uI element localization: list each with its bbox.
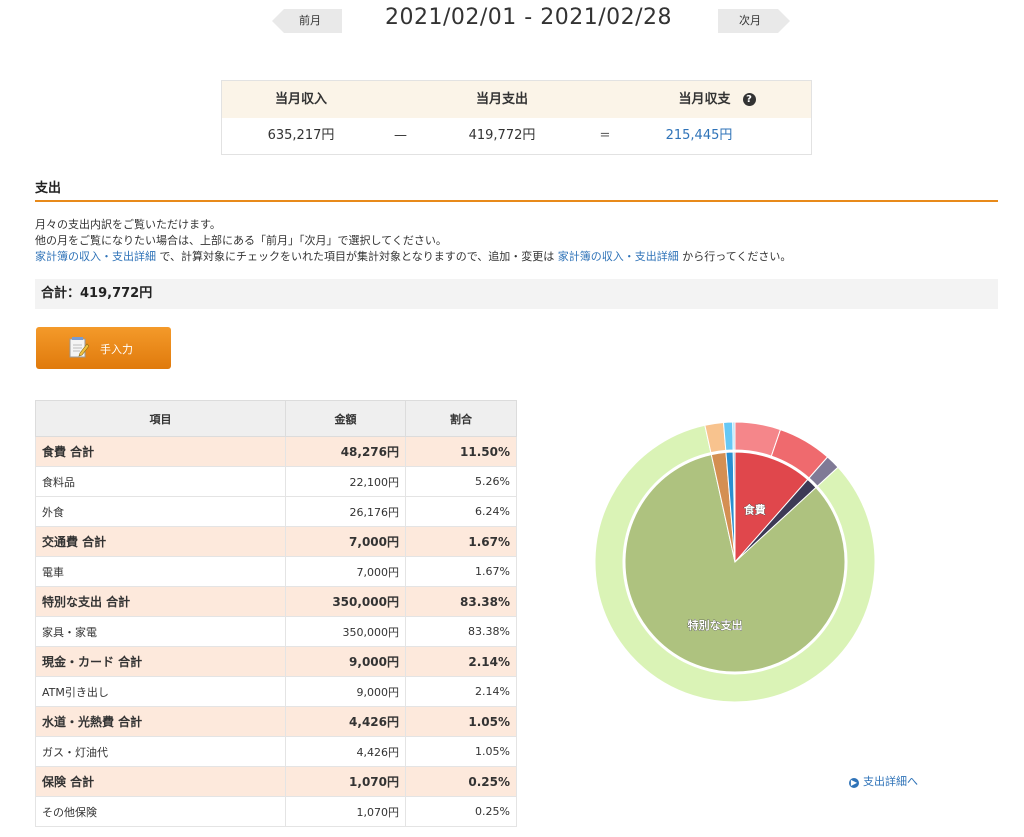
pie-outer-slice [722,421,734,451]
expense-detail-link[interactable]: ▶ 支出詳細へ [849,773,918,789]
cell-item: 食料品 [35,466,286,497]
balance-value: 215,445円 [665,128,733,143]
table-group-row: 水道・光熱費 合計 4,426円 1.05% [35,706,517,737]
col-item-header: 項目 [35,400,286,437]
table-row: 家具・家電 350,000円 83.38% [35,616,517,647]
summary-values: 635,217円 — 419,772円 = 215,445円 [222,118,811,154]
expense-label: 当月支出 [475,92,528,107]
description-line-1: 月々の支出内訳をご覧いただけます。 [35,218,221,231]
table-row: ATM引き出し 9,000円 2.14% [35,676,517,707]
equals-sign: = [599,128,611,143]
cell-ratio: 2.14% [405,676,517,707]
expense-table: 項目 金額 割合 食費 合計 48,276円 11.50% 食料品 22,100円 5.2… [35,400,517,827]
table-group-row: 交通費 合計 7,000円 1.67% [35,526,517,557]
next-month-button[interactable]: 次月 [718,9,790,33]
table-row: 食料品 22,100円 5.26% [35,466,517,497]
month-navigation: 前月 2021/02/01 - 2021/02/28 次月 [0,5,1024,37]
description-line-2: 他の月をご覧になりたい場合は、上部にある「前月」「次月」で選択してください。 [35,234,447,247]
cell-amount: 4,426円 [285,706,406,737]
col-ratio-header: 割合 [405,400,517,437]
cell-amount: 7,000円 [285,556,406,587]
table-group-row: 特別な支出 合計 350,000円 83.38% [35,586,517,617]
summary-header: 当月収入 当月支出 当月収支? [222,81,811,118]
cell-ratio: 2.14% [405,646,517,677]
balance-label: 当月収支 [678,92,731,107]
prev-month-button[interactable]: 前月 [272,9,342,33]
table-row: その他保険 1,070円 0.25% [35,796,517,827]
table-group-row: 食費 合計 48,276円 11.50% [35,436,517,467]
cell-ratio: 1.67% [405,556,517,587]
household-detail-link-1[interactable]: 家計簿の収入・支出詳細 [35,250,156,263]
cell-ratio: 5.26% [405,466,517,497]
expense-table-body: 食費 合計 48,276円 11.50% 食料品 22,100円 5.26% 外食 26,17… [35,436,517,827]
total-amount: 合計：419,772円 [35,279,998,309]
income-label: 当月収入 [274,92,327,107]
expense-value: 419,772円 [468,128,536,143]
cell-ratio: 0.25% [405,766,517,797]
notepad-icon [69,337,89,358]
pie-outer-slice [732,421,736,451]
cell-ratio: 1.05% [405,736,517,767]
section-title: 支出 [35,181,62,196]
cell-amount: 7,000円 [285,526,406,557]
cell-item: 水道・光熱費 合計 [35,706,286,737]
arrow-circle-icon: ▶ [849,778,859,788]
cell-item: 家具・家電 [35,616,286,647]
cell-amount: 350,000円 [285,586,406,617]
cell-amount: 9,000円 [285,646,406,677]
cell-ratio: 1.05% [405,706,517,737]
col-amount-header: 金額 [285,400,406,437]
cell-item: 電車 [35,556,286,587]
cell-item: その他保険 [35,796,286,827]
cell-amount: 26,176円 [285,496,406,527]
table-row: 外食 26,176円 6.24% [35,496,517,527]
cell-amount: 350,000円 [285,616,406,647]
table-header-row: 項目 金額 割合 [35,400,517,437]
cell-amount: 1,070円 [285,766,406,797]
cell-item: 交通費 合計 [35,526,286,557]
cell-amount: 1,070円 [285,796,406,827]
cell-ratio: 83.38% [405,616,517,647]
expense-pie-chart: 食費特別な支出 [594,421,876,702]
monthly-summary: 当月収入 当月支出 当月収支? 635,217円 — 419,772円 = 21… [221,80,812,155]
cell-ratio: 0.25% [405,796,517,827]
cell-ratio: 1.67% [405,526,517,557]
cell-item: 保険 合計 [35,766,286,797]
cell-ratio: 83.38% [405,586,517,617]
help-icon[interactable]: ? [742,93,756,106]
cell-ratio: 6.24% [405,496,517,527]
table-row: 電車 7,000円 1.67% [35,556,517,587]
minus-sign: — [394,128,407,143]
balance-label-cell: 当月収支? [627,81,807,118]
manual-entry-button[interactable]: 手入力 [36,327,171,369]
household-detail-link-2[interactable]: 家計簿の収入・支出詳細 [558,250,679,263]
pie-slice-label: 特別な支出 [688,618,743,632]
cell-amount: 22,100円 [285,466,406,497]
cell-amount: 4,426円 [285,736,406,767]
cell-item: 外食 [35,496,286,527]
cell-amount: 48,276円 [285,436,406,467]
date-range: 2021/02/01 - 2021/02/28 [385,5,673,30]
cell-item: 食費 合計 [35,436,286,467]
table-group-row: 現金・カード 合計 9,000円 2.14% [35,646,517,677]
cell-item: ATM引き出し [35,676,286,707]
cell-item: ガス・灯油代 [35,736,286,767]
description-mid-text: で、計算対象にチェックをいれた項目が集計対象となりますので、追加・変更は [156,250,558,263]
pie-slice-label: 食費 [744,503,766,517]
expense-detail-label: 支出詳細へ [863,775,918,788]
table-row: ガス・灯油代 4,426円 1.05% [35,736,517,767]
description-end-text: から行ってください。 [678,250,792,263]
cell-item: 現金・カード 合計 [35,646,286,677]
cell-item: 特別な支出 合計 [35,586,286,617]
section-divider [35,200,998,202]
table-group-row: 保険 合計 1,070円 0.25% [35,766,517,797]
description-line-3: 家計簿の収入・支出詳細 で、計算対象にチェックをいれた項目が集計対象となりますの… [35,248,791,264]
cell-ratio: 11.50% [405,436,517,467]
manual-entry-label: 手入力 [100,343,133,356]
income-value: 635,217円 [267,128,335,143]
cell-amount: 9,000円 [285,676,406,707]
